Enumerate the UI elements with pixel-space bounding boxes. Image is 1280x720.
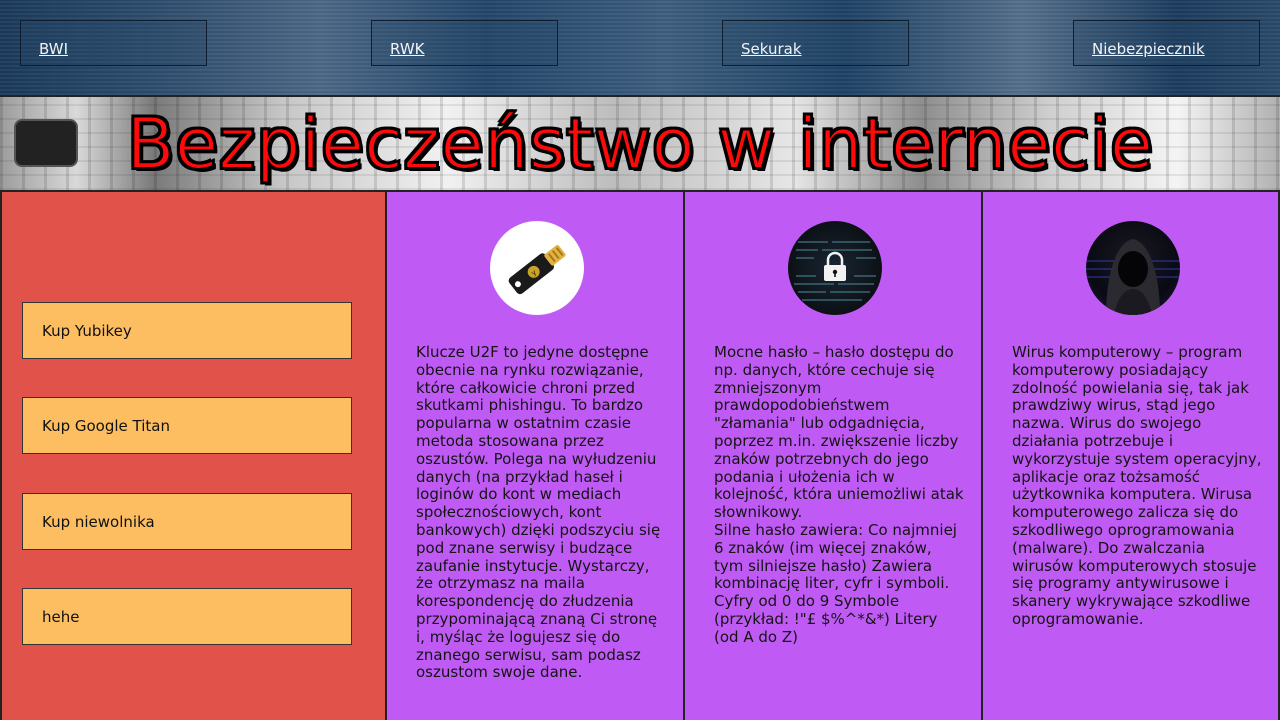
nav-link-bwi[interactable]: BWI: [39, 40, 68, 58]
buy-yubikey-button[interactable]: Kup Yubikey: [22, 302, 352, 359]
hooded-hacker-icon: [1086, 221, 1180, 315]
buy-niewolnika-button[interactable]: Kup niewolnika: [22, 493, 352, 550]
main-content: Kup Yubikey Kup Google Titan Kup niewoln…: [0, 192, 1280, 720]
nav-item-niebezpiecznik[interactable]: Niebezpiecznik: [1073, 20, 1260, 66]
top-nav: BWI RWK Sekurak Niebezpiecznik: [0, 0, 1280, 95]
hehe-label: hehe: [42, 608, 80, 626]
content-column-password: Mocne hasło – hasło dostępu do np. danyc…: [685, 192, 983, 720]
content-column-u2f: y Klucze U2F to jedyne dostępne obecnie …: [387, 192, 685, 720]
nav-item-sekurak[interactable]: Sekurak: [722, 20, 909, 66]
virus-description: Wirus komputerowy – program komputerowy …: [1012, 343, 1262, 628]
nav-link-sekurak[interactable]: Sekurak: [741, 40, 802, 58]
nav-link-rwk[interactable]: RWK: [390, 40, 424, 58]
nav-item-rwk[interactable]: RWK: [371, 20, 558, 66]
padlock-icon: [788, 221, 882, 315]
password-description: Mocne hasło – hasło dostępu do np. danyc…: [714, 343, 964, 646]
buy-google-titan-button[interactable]: Kup Google Titan: [22, 397, 352, 454]
page-title: Bezpieczeństwo w internecie: [126, 102, 1155, 186]
header-banner: Bezpieczeństwo w internecie: [0, 95, 1280, 192]
hehe-button[interactable]: hehe: [22, 588, 352, 645]
nav-item-bwi[interactable]: BWI: [20, 20, 207, 66]
sidebar: Kup Yubikey Kup Google Titan Kup niewoln…: [0, 192, 387, 720]
nav-link-niebezpiecznik[interactable]: Niebezpiecznik: [1092, 40, 1205, 58]
buy-yubikey-label: Kup Yubikey: [42, 322, 132, 340]
buy-google-titan-label: Kup Google Titan: [42, 417, 170, 435]
usb-security-key-icon: y: [490, 221, 584, 315]
buy-niewolnika-label: Kup niewolnika: [42, 513, 155, 531]
content-column-virus: Wirus komputerowy – program komputerowy …: [983, 192, 1280, 720]
u2f-description: Klucze U2F to jedyne dostępne obecnie na…: [416, 343, 661, 682]
